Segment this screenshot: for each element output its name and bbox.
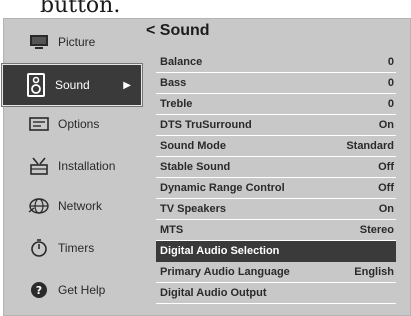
- setting-label: Bass: [160, 77, 187, 89]
- setting-label: Treble: [160, 98, 193, 110]
- sidebar-item-label: Sound: [55, 78, 90, 92]
- setting-row-bass[interactable]: Bass 0: [156, 73, 396, 94]
- setting-row-treble[interactable]: Treble 0: [156, 94, 396, 115]
- setting-value: English: [354, 266, 394, 278]
- setting-value: On: [378, 119, 394, 131]
- setting-label: DTS TruSurround: [160, 119, 252, 131]
- tv-menu-screen: Picture Sound ▶ Options Installation Net…: [2, 18, 411, 316]
- sidebar-item-label: Installation: [58, 159, 116, 173]
- sidebar-item-label: Options: [58, 117, 100, 131]
- setting-row-tv-speakers[interactable]: TV Speakers On: [156, 199, 396, 220]
- sidebar-item-timers[interactable]: Timers: [6, 228, 138, 268]
- setting-label: Balance: [160, 56, 203, 68]
- setting-label: Digital Audio Output: [160, 287, 267, 299]
- sidebar-item-sound[interactable]: Sound ▶: [2, 64, 142, 106]
- help-icon: ?: [26, 277, 52, 303]
- setting-label: TV Speakers: [160, 203, 227, 215]
- setting-row-primary-audio-language[interactable]: Primary Audio Language English: [156, 262, 396, 283]
- back-arrow-icon[interactable]: <: [146, 22, 155, 39]
- sidebar-item-get-help[interactable]: ? Get Help: [6, 270, 138, 310]
- setting-value: Off: [378, 161, 394, 173]
- panel-title-text: Sound: [159, 22, 210, 39]
- setting-row-mts[interactable]: MTS Stereo: [156, 220, 396, 241]
- setting-row-digital-audio-output[interactable]: Digital Audio Output: [156, 283, 396, 304]
- setting-label: Sound Mode: [160, 140, 226, 152]
- setting-label: MTS: [160, 224, 184, 236]
- sidebar-item-label: Timers: [58, 241, 95, 255]
- setting-row-dts-trusurround[interactable]: DTS TruSurround On: [156, 115, 396, 136]
- setting-value: Off: [378, 182, 394, 194]
- setting-label: Digital Audio Selection: [160, 245, 280, 257]
- setting-value: Stereo: [359, 224, 394, 236]
- antenna-icon: [26, 153, 52, 179]
- setting-value: Standard: [346, 140, 394, 152]
- setting-value: On: [378, 203, 394, 215]
- globe-icon: [26, 193, 52, 219]
- speaker-icon: [23, 72, 49, 98]
- sidebar: Picture Sound ▶ Options Installation Net…: [2, 18, 142, 316]
- page-title: < Sound: [146, 22, 210, 46]
- sidebar-item-label: Picture: [58, 35, 96, 49]
- setting-value: 0: [387, 56, 394, 68]
- sidebar-item-label: Network: [58, 199, 103, 213]
- timer-icon: [26, 235, 52, 261]
- setting-label: Primary Audio Language: [160, 266, 290, 278]
- setting-row-dynamic-range-control[interactable]: Dynamic Range Control Off: [156, 178, 396, 199]
- setting-row-balance[interactable]: Balance 0: [156, 52, 396, 73]
- setting-row-stable-sound[interactable]: Stable Sound Off: [156, 157, 396, 178]
- options-icon: [26, 111, 52, 137]
- sidebar-item-options[interactable]: Options: [6, 104, 138, 144]
- sidebar-item-network[interactable]: Network: [6, 186, 138, 226]
- setting-label: Stable Sound: [160, 161, 231, 173]
- setting-value: 0: [387, 98, 394, 110]
- svg-text:?: ?: [36, 284, 42, 297]
- sound-settings-panel: < Sound Balance 0 Bass 0 Treble 0 DTS Tr…: [146, 18, 396, 316]
- setting-label: Dynamic Range Control: [160, 182, 285, 194]
- sidebar-item-picture[interactable]: Picture: [6, 22, 138, 62]
- chevron-right-icon: ▶: [123, 79, 131, 91]
- setting-value: 0: [387, 77, 394, 89]
- sidebar-item-installation[interactable]: Installation: [6, 146, 138, 186]
- monitor-icon: [26, 29, 52, 55]
- setting-row-sound-mode[interactable]: Sound Mode Standard: [156, 136, 396, 157]
- sidebar-item-label: Get Help: [58, 283, 106, 297]
- setting-row-digital-audio-selection[interactable]: Digital Audio Selection: [156, 241, 396, 262]
